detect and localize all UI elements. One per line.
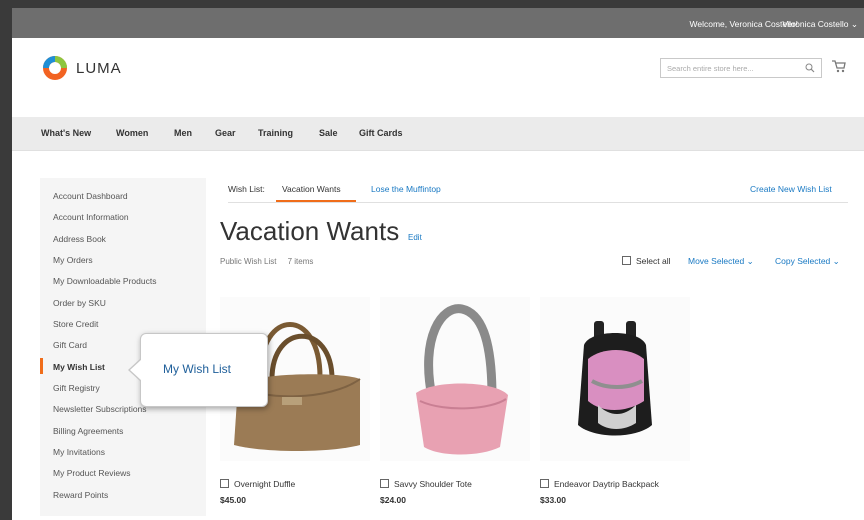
wishlist-tabs-label: Wish List: — [228, 184, 265, 194]
sidebar-item-newsletter-subscriptions[interactable]: Newsletter Subscriptions — [53, 404, 147, 414]
sidebar-item-billing-agreements[interactable]: Billing Agreements — [53, 426, 123, 436]
product-name[interactable]: Endeavor Daytrip Backpack — [554, 479, 659, 489]
sidebar-item-gift-card[interactable]: Gift Card — [53, 340, 87, 350]
page-title: Vacation Wants — [220, 216, 400, 246]
nav-item-gear[interactable]: Gear — [215, 128, 236, 138]
product-name[interactable]: Savvy Shoulder Tote — [394, 479, 472, 489]
search-placeholder: Search entire store here... — [667, 64, 754, 73]
callout-label: My Wish List — [163, 362, 232, 376]
move-selected-label: Move Selected — [688, 256, 745, 266]
product-price: $33.00 — [540, 495, 566, 505]
product-name-row: Overnight Duffle — [220, 479, 295, 489]
annotation-callout: My Wish List — [128, 333, 268, 407]
tab-lose-the-muffintop[interactable]: Lose the Muffintop — [371, 184, 441, 194]
create-new-wish-list-link[interactable]: Create New Wish List — [750, 184, 832, 194]
chevron-down-icon: ⌄ — [850, 19, 858, 29]
checkbox[interactable] — [540, 479, 549, 488]
sidebar-item-my-orders[interactable]: My Orders — [53, 255, 93, 265]
sidebar-item-my-wish-list[interactable]: My Wish List — [53, 362, 105, 372]
nav-item-sale[interactable]: Sale — [319, 128, 338, 138]
nav-item-men[interactable]: Men — [174, 128, 192, 138]
chevron-down-icon: ⌄ — [832, 256, 840, 266]
main-navigation: What's New Women Men Gear Training Sale … — [12, 117, 864, 151]
product-name-row: Savvy Shoulder Tote — [380, 479, 472, 489]
product-item: Savvy Shoulder Tote $24.00 — [380, 297, 530, 505]
sidebar-item-order-by-sku[interactable]: Order by SKU — [53, 298, 106, 308]
product-name[interactable]: Overnight Duffle — [234, 479, 295, 489]
customer-menu-toggle[interactable]: Veronica Costello ⌄ — [782, 19, 858, 30]
sidebar-item-downloadable-products[interactable]: My Downloadable Products — [53, 276, 156, 286]
nav-item-training[interactable]: Training — [258, 128, 293, 138]
move-selected-dropdown[interactable]: Move Selected ⌄ — [688, 256, 754, 267]
sidebar-item-store-credit[interactable]: Store Credit — [53, 319, 98, 329]
copy-selected-dropdown[interactable]: Copy Selected ⌄ — [775, 256, 840, 267]
sidebar-item-gift-registry[interactable]: Gift Registry — [53, 383, 100, 393]
product-image-tote[interactable] — [380, 297, 530, 461]
browser-page: Welcome, Veronica Costello! Veronica Cos… — [12, 8, 864, 520]
luma-logo-icon — [43, 56, 67, 80]
checkbox[interactable] — [380, 479, 389, 488]
wishlist-meta: Public Wish List 7 items — [220, 257, 313, 266]
wishlist-item-count: 7 items — [287, 257, 314, 266]
active-tab-underline — [276, 200, 356, 202]
product-name-row: Endeavor Daytrip Backpack — [540, 479, 659, 489]
copy-selected-label: Copy Selected — [775, 256, 831, 266]
sidebar-item-address-book[interactable]: Address Book — [53, 234, 106, 244]
nav-item-whats-new[interactable]: What's New — [41, 128, 91, 138]
checkbox[interactable] — [622, 256, 631, 265]
select-all-checkbox[interactable]: Select all — [622, 256, 671, 266]
sidebar-item-account-information[interactable]: Account Information — [53, 212, 129, 222]
sidebar-item-account-dashboard[interactable]: Account Dashboard — [53, 191, 128, 201]
top-header-bar: Welcome, Veronica Costello! Veronica Cos… — [12, 8, 864, 38]
product-image-backpack[interactable] — [540, 297, 690, 461]
tab-vacation-wants[interactable]: Vacation Wants — [282, 184, 341, 194]
nav-item-gift-cards[interactable]: Gift Cards — [359, 128, 403, 138]
sidebar-item-reward-points[interactable]: Reward Points — [53, 490, 108, 500]
sidebar-item-my-product-reviews[interactable]: My Product Reviews — [53, 468, 130, 478]
checkbox[interactable] — [220, 479, 229, 488]
product-price: $45.00 — [220, 495, 246, 505]
product-item: Endeavor Daytrip Backpack $33.00 — [540, 297, 690, 505]
nav-item-women[interactable]: Women — [116, 128, 148, 138]
customer-name: Veronica Costello — [782, 19, 849, 29]
cart-icon[interactable] — [832, 60, 846, 73]
select-all-label: Select all — [636, 256, 671, 266]
chevron-down-icon: ⌄ — [746, 256, 754, 266]
active-item-marker — [40, 358, 43, 374]
sidebar-item-my-invitations[interactable]: My Invitations — [53, 447, 105, 457]
store-logo[interactable]: LUMA — [43, 56, 122, 80]
search-icon[interactable] — [805, 63, 815, 73]
logo-text: LUMA — [76, 59, 122, 77]
edit-wishlist-link[interactable]: Edit — [408, 233, 422, 242]
callout-arrow-fill — [130, 359, 142, 381]
product-price: $24.00 — [380, 495, 406, 505]
wishlist-visibility: Public Wish List — [220, 257, 277, 266]
search-input[interactable]: Search entire store here... — [660, 58, 822, 78]
